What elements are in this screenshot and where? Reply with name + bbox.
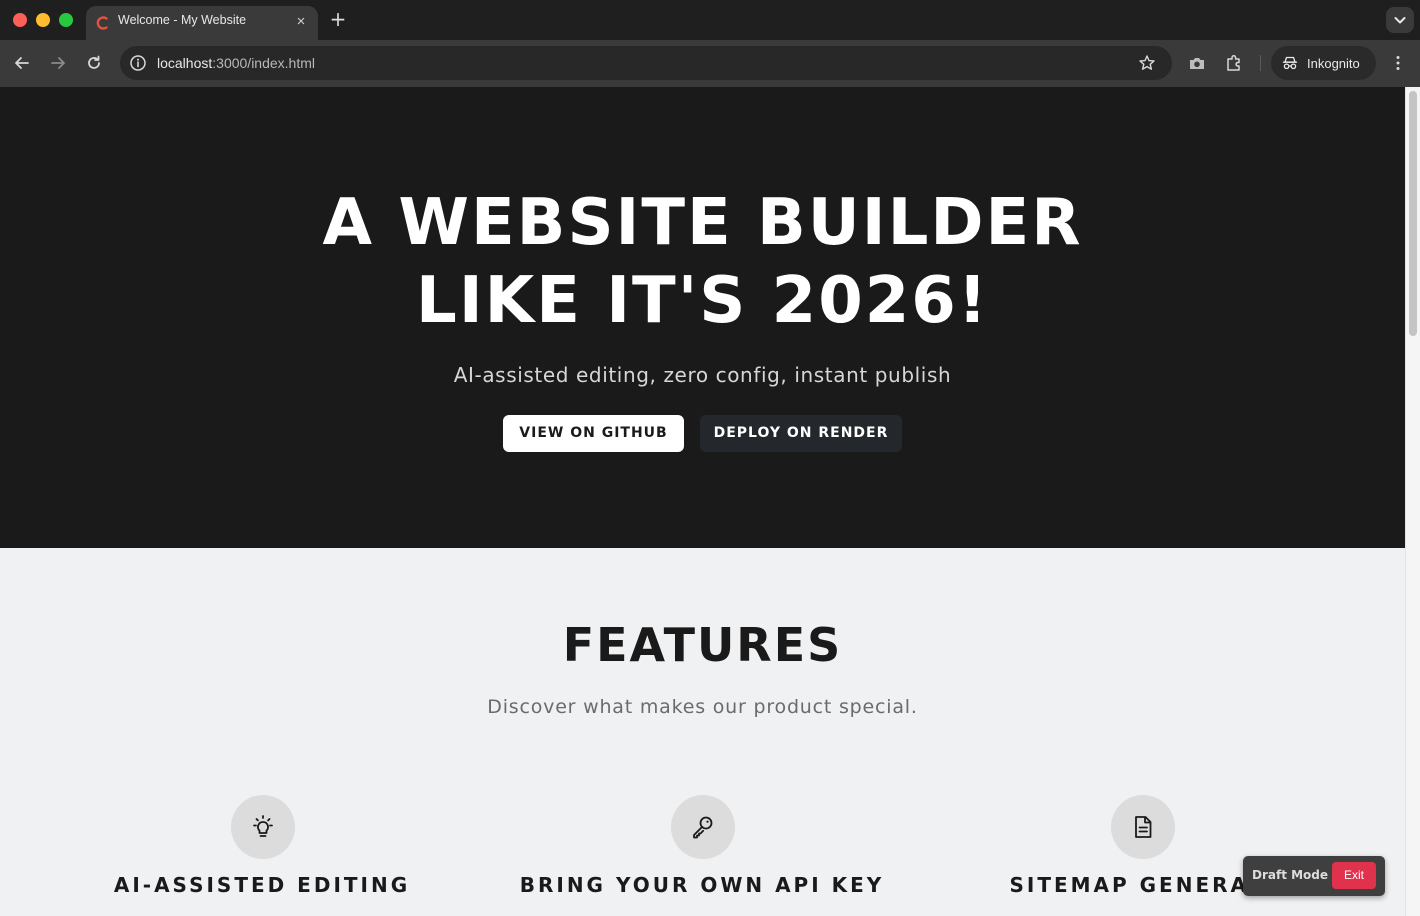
site-info-icon[interactable] [129, 54, 147, 72]
hero-title: A WEBSITE BUILDER LIKE IT'S 2026! [0, 184, 1405, 340]
key-icon [693, 816, 713, 839]
camera-icon[interactable] [1186, 52, 1208, 74]
url-text[interactable]: localhost:3000/index.html [157, 55, 315, 71]
chevron-down-icon [1394, 17, 1406, 24]
exit-draft-button[interactable]: Exit [1332, 862, 1376, 889]
feature-icon-circle [1111, 795, 1175, 859]
lightbulb-icon [253, 815, 273, 837]
document-icon [1135, 816, 1152, 838]
scrollbar-thumb[interactable] [1409, 91, 1417, 336]
hero-title-line-2: LIKE IT'S 2026! [416, 264, 989, 338]
hero-section: A WEBSITE BUILDER LIKE IT'S 2026! AI-ass… [0, 87, 1405, 548]
scrollbar[interactable] [1405, 87, 1420, 916]
minimize-window-button[interactable] [36, 13, 50, 27]
bookmark-star-icon[interactable] [1138, 54, 1156, 72]
view-on-github-button[interactable]: VIEW ON GITHUB [503, 415, 684, 452]
hero-title-line-1: A WEBSITE BUILDER [322, 186, 1083, 260]
kebab-menu-icon[interactable] [1387, 52, 1409, 74]
draft-mode-badge: Draft Mode Exit [1243, 856, 1385, 896]
incognito-profile-button[interactable]: Inkognito [1271, 46, 1376, 80]
page-viewport: A WEBSITE BUILDER LIKE IT'S 2026! AI-ass… [0, 87, 1420, 916]
tab-title: Welcome - My Website [118, 13, 247, 27]
back-arrow-icon[interactable] [11, 52, 33, 74]
maximize-window-button[interactable] [59, 13, 73, 27]
toolbar-divider [1260, 55, 1261, 71]
feature-title: AI-ASSISTED EDITING [113, 873, 411, 897]
feature-title: BRING YOUR OWN API KEY [519, 873, 885, 897]
extensions-puzzle-icon[interactable] [1223, 52, 1245, 74]
feature-icon-circle [231, 795, 295, 859]
tab-search-button[interactable] [1386, 7, 1414, 33]
tab-strip: Welcome - My Website × + [0, 0, 1420, 40]
feature-icon-circle [671, 795, 735, 859]
forward-arrow-icon[interactable] [47, 52, 69, 74]
favicon-icon [96, 16, 108, 30]
address-bar[interactable]: localhost:3000/index.html [120, 46, 1172, 80]
new-tab-button[interactable]: + [328, 9, 348, 29]
tab-active[interactable]: Welcome - My Website × [86, 6, 318, 40]
tab-close-icon[interactable]: × [292, 13, 310, 31]
incognito-icon [1282, 56, 1298, 70]
draft-mode-label: Draft Mode [1252, 868, 1329, 882]
reload-icon[interactable] [83, 52, 105, 74]
close-window-button[interactable] [13, 13, 27, 27]
deploy-on-render-button[interactable]: DEPLOY ON RENDER [700, 415, 902, 452]
features-title: FEATURES [562, 618, 843, 672]
browser-chrome: Welcome - My Website × + localhost:3000/… [0, 0, 1420, 87]
browser-toolbar: localhost:3000/index.html Inkognito [0, 40, 1420, 87]
hero-subtitle: AI-assisted editing, zero config, instan… [453, 363, 952, 387]
features-subtitle: Discover what makes our product special. [487, 696, 918, 718]
incognito-label: Inkognito [1307, 56, 1360, 71]
